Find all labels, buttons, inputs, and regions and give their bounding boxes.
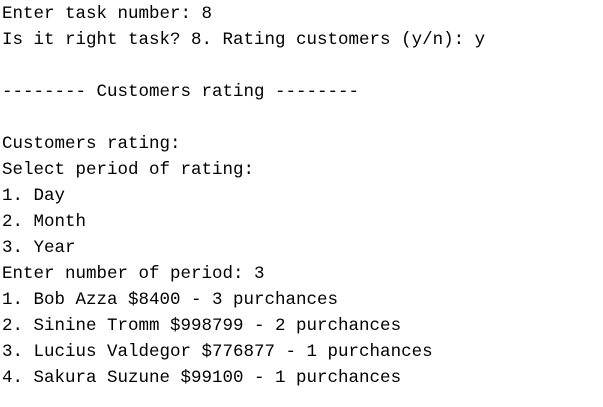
section-header-line: -------- Customers rating --------	[2, 82, 360, 102]
period-option-year-line: 3. Year	[2, 238, 76, 258]
period-input-prompt-line: Enter number of period: 3	[2, 264, 265, 284]
task-confirmation-prompt-line: Is it right task? 8. Rating customers (y…	[2, 30, 486, 50]
customers-rating-heading-line: Customers rating:	[2, 134, 181, 154]
console-window: Enter task number: 8 Is it right task? 8…	[0, 0, 603, 407]
customer-rating-result-line: 1. Bob Azza $8400 - 3 purchances	[2, 290, 339, 310]
task-number-prompt-line: Enter task number: 8	[2, 4, 213, 24]
select-period-prompt-line: Select period of rating:	[2, 160, 255, 180]
customer-rating-result-line: 4. Sakura Suzune $99100 - 1 purchances	[2, 368, 402, 388]
period-option-month-line: 2. Month	[2, 212, 87, 232]
console-output: Enter task number: 8 Is it right task? 8…	[2, 1, 485, 391]
customer-rating-result-line: 2. Sinine Tromm $998799 - 2 purchances	[2, 316, 402, 336]
period-option-day-line: 1. Day	[2, 186, 66, 206]
customer-rating-result-line: 3. Lucius Valdegor $776877 - 1 purchance…	[2, 342, 433, 362]
